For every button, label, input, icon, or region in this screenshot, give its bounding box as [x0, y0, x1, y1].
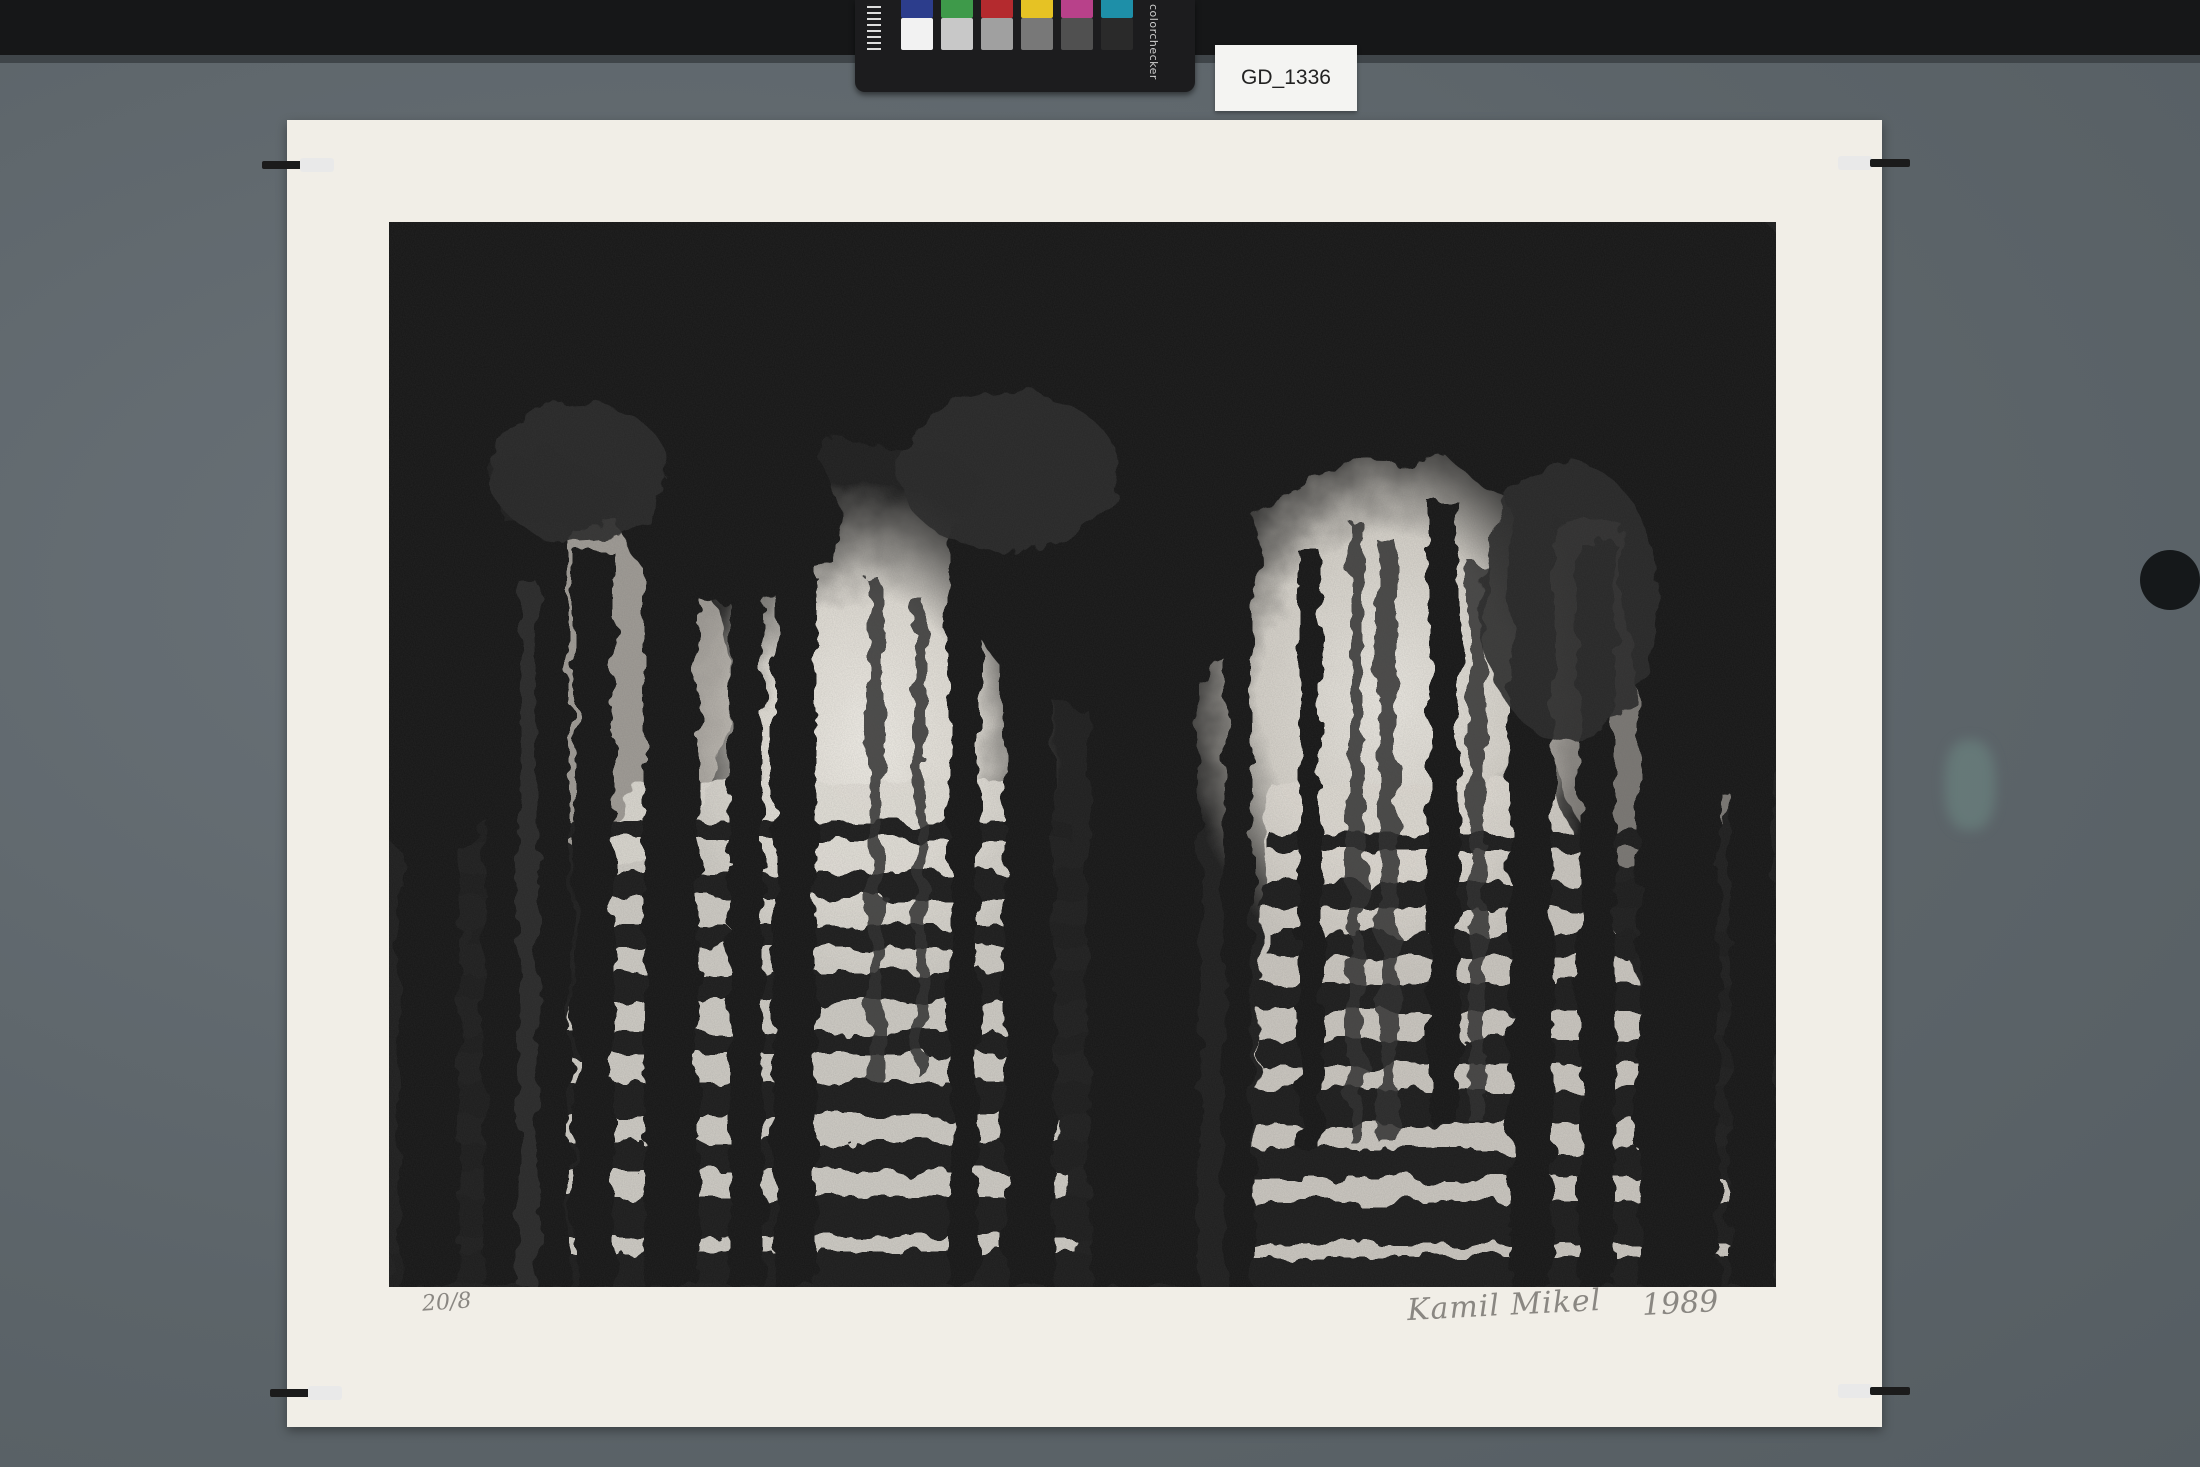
- edition-number: 20/8: [421, 1288, 473, 1317]
- photo-stage: colorchecker GD_1336 20/8 Kamil Mikel 19…: [0, 0, 2200, 1467]
- mounting-clip: [262, 157, 334, 173]
- print-year: 1989: [1641, 1284, 1720, 1323]
- checker-swatch: [1021, 18, 1053, 50]
- checker-swatch: [1101, 0, 1133, 18]
- checker-brand-text: colorchecker: [1147, 4, 1160, 80]
- board-hole: [2140, 550, 2200, 610]
- checker-color-row: [901, 0, 1133, 18]
- checker-swatch: [941, 18, 973, 50]
- checker-swatch: [981, 0, 1013, 18]
- forest-lithograph-drawing: [389, 222, 1776, 1287]
- checker-swatch: [1061, 18, 1093, 50]
- mounting-clip: [1838, 155, 1910, 171]
- artist-signature: Kamil Mikel: [1406, 1282, 1603, 1329]
- checker-ruler: [867, 6, 881, 54]
- print-paper: 20/8 Kamil Mikel 1989: [287, 120, 1882, 1427]
- color-checker: colorchecker: [855, 0, 1195, 92]
- checker-swatch: [1101, 18, 1133, 50]
- checker-swatch: [901, 0, 933, 18]
- forest-lithograph: [389, 222, 1776, 1287]
- board-scuff: [1945, 740, 1995, 830]
- id-tag: GD_1336: [1215, 45, 1357, 111]
- mounting-clip: [270, 1385, 342, 1401]
- checker-swatch: [1061, 0, 1093, 18]
- checker-swatch: [981, 18, 1013, 50]
- checker-swatch: [1021, 0, 1053, 18]
- mounting-clip: [1838, 1383, 1910, 1399]
- checker-gray-row: [901, 18, 1133, 50]
- checker-swatch: [901, 18, 933, 50]
- checker-swatch: [941, 0, 973, 18]
